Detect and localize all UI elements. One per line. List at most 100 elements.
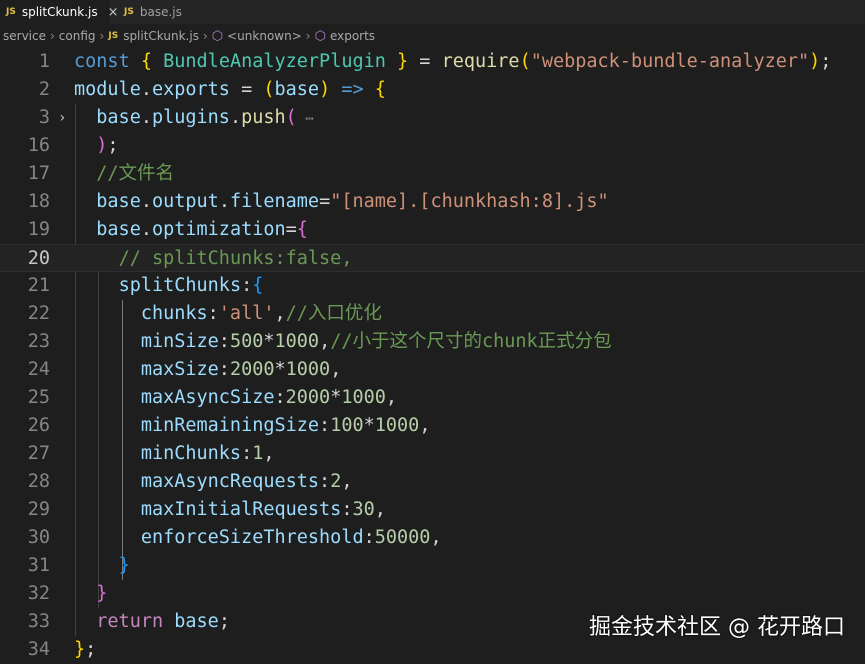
code-line[interactable]: 22 chunks:'all',//入口优化 xyxy=(0,300,865,328)
code-line[interactable]: 32 } xyxy=(0,580,865,608)
code-line[interactable]: 26 minRemainingSize:100*1000, xyxy=(0,412,865,440)
code-token: , xyxy=(419,415,431,436)
code-line[interactable]: 20 // splitChunks:false, xyxy=(0,244,865,272)
code-token: minSize xyxy=(140,331,219,352)
code-line[interactable]: 17 //文件名 xyxy=(0,160,865,188)
code-token: , xyxy=(430,527,442,548)
code-token: minRemainingSize xyxy=(140,415,320,436)
code-token: 30 xyxy=(352,499,375,520)
code-line[interactable]: 29 maxInitialRequests:30, xyxy=(0,496,865,524)
code-token: base xyxy=(96,191,141,212)
code-token: * xyxy=(330,387,342,408)
code-token: "webpack-bundle-analyzer" xyxy=(530,51,810,72)
code-token: maxInitialRequests xyxy=(140,499,342,520)
code-token: } xyxy=(74,639,86,660)
line-number: 18 xyxy=(27,191,50,212)
code-text: maxSize:2000*1000, xyxy=(74,356,342,384)
code-line[interactable]: 28 maxAsyncRequests:2, xyxy=(0,468,865,496)
code-token: 2000 xyxy=(285,387,331,408)
code-token: { xyxy=(296,219,308,240)
code-line[interactable]: 2 module.exports = (base) => { xyxy=(0,76,865,104)
code-token: minChunks xyxy=(140,443,242,464)
code-text: ); xyxy=(74,132,119,160)
line-number: 20 xyxy=(27,248,50,269)
code-token: base xyxy=(274,79,320,100)
javascript-file-icon: JS xyxy=(6,7,16,17)
breadcrumb-item-exports[interactable]: exports xyxy=(330,29,375,43)
code-line[interactable]: 19 base.optimization={ xyxy=(0,216,865,244)
tab-base-js[interactable]: JS base.js xyxy=(110,0,200,24)
code-token: ( xyxy=(285,107,297,128)
code-text: base.output.filename="[name].[chunkhash:… xyxy=(74,188,608,216)
line-number: 27 xyxy=(27,443,50,464)
code-line[interactable]: 30 enforceSizeThreshold:50000, xyxy=(0,524,865,552)
code-token: ) xyxy=(319,79,331,100)
code-token: 'all' xyxy=(218,303,275,324)
code-token: 50000 xyxy=(374,527,431,548)
line-number: 26 xyxy=(27,415,50,436)
breadcrumb-item-unknown[interactable]: <unknown> xyxy=(227,29,302,43)
code-text: const { BundleAnalyzerPlugin } = require… xyxy=(74,48,831,76)
tab-splitckunk-js[interactable]: JS splitCkunk.js × xyxy=(0,0,119,24)
code-text: module.exports = (base) => { xyxy=(74,76,386,104)
code-token: = xyxy=(285,219,297,240)
line-number: 21 xyxy=(27,275,50,296)
code-text: maxAsyncSize:2000*1000, xyxy=(74,384,397,412)
code-line[interactable]: 3 › base.plugins.push( ⋯ xyxy=(0,104,865,132)
code-text: //文件名 xyxy=(74,160,174,188)
code-token: maxAsyncRequests xyxy=(140,471,320,492)
code-line[interactable]: 16 ); xyxy=(0,132,865,160)
chevron-right-icon: › xyxy=(99,29,105,43)
code-text: maxAsyncRequests:2, xyxy=(74,468,353,496)
code-token: optimization xyxy=(151,219,286,240)
code-token: ⋯ xyxy=(296,111,314,127)
code-token: maxSize xyxy=(140,359,219,380)
code-token: , xyxy=(385,387,398,408)
code-text: // splitChunks:false, xyxy=(74,245,353,273)
code-line[interactable]: 21 splitChunks:{ xyxy=(0,272,865,300)
javascript-file-icon: JS xyxy=(124,7,134,17)
line-number: 32 xyxy=(27,583,50,604)
code-line[interactable]: 23 minSize:500*1000,//小于这个尺寸的chunk正式分包 xyxy=(0,328,865,356)
code-line[interactable]: 1 const { BundleAnalyzerPlugin } = requir… xyxy=(0,48,865,76)
code-text: } xyxy=(74,552,130,580)
code-line[interactable]: 24 maxSize:2000*1000, xyxy=(0,356,865,384)
code-token: 1000 xyxy=(341,387,386,408)
code-token: . xyxy=(140,107,152,128)
line-number: 3 xyxy=(38,107,50,128)
code-text: base.optimization={ xyxy=(74,216,308,244)
code-token: enforceSizeThreshold xyxy=(140,527,364,548)
code-editor[interactable]: 1 const { BundleAnalyzerPlugin } = requir… xyxy=(0,48,865,660)
code-text: splitChunks:{ xyxy=(74,272,264,300)
code-line[interactable]: 31 } xyxy=(0,552,865,580)
breadcrumb-item-service[interactable]: service xyxy=(3,29,46,43)
code-text: } xyxy=(74,580,107,608)
code-token: 2 xyxy=(330,471,342,492)
code-line[interactable]: 25 maxAsyncSize:2000*1000, xyxy=(0,384,865,412)
tab-label: base.js xyxy=(139,5,182,19)
breadcrumb-item-file[interactable]: splitCkunk.js xyxy=(123,29,199,43)
line-number: 17 xyxy=(27,163,50,184)
code-line[interactable]: 18 base.output.filename="[name].[chunkha… xyxy=(0,188,865,216)
code-text: minRemainingSize:100*1000, xyxy=(74,412,431,440)
code-token: chunks xyxy=(140,303,208,324)
code-token: * xyxy=(274,359,286,380)
fold-chevron-icon[interactable]: › xyxy=(58,104,66,132)
line-number: 22 xyxy=(27,303,50,324)
code-token: . xyxy=(140,219,152,240)
code-text: return base; xyxy=(74,608,230,636)
code-line[interactable]: 27 minChunks:1, xyxy=(0,440,865,468)
code-token: . xyxy=(218,191,230,212)
code-token: ; xyxy=(107,135,119,156)
code-token: output xyxy=(151,191,219,212)
code-token: //文件名 xyxy=(96,163,175,184)
breadcrumb-item-config[interactable]: config xyxy=(59,29,96,43)
javascript-file-icon: JS xyxy=(108,31,119,41)
